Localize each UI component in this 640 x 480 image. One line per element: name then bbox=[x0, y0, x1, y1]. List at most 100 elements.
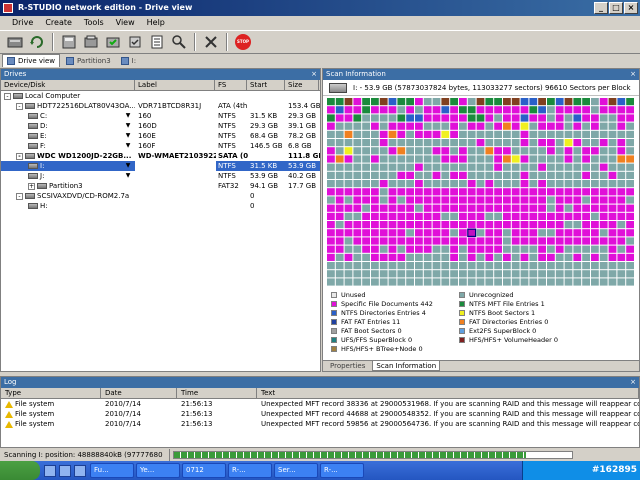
scan-block[interactable] bbox=[467, 188, 476, 196]
drive-row[interactable]: - WDC WD1200JD-22GB... WD-WMAET2103922 SATA… bbox=[1, 151, 320, 161]
scan-block[interactable] bbox=[617, 130, 626, 138]
scan-block[interactable] bbox=[538, 98, 546, 106]
scan-block[interactable] bbox=[371, 237, 379, 245]
scan-block[interactable] bbox=[599, 270, 608, 278]
scan-block[interactable] bbox=[371, 139, 379, 147]
scan-block[interactable] bbox=[617, 237, 626, 245]
scan-block[interactable] bbox=[626, 114, 634, 122]
scan-block[interactable] bbox=[441, 163, 450, 171]
drive-row[interactable]: J: ▼ NTFS 53.9 GB 40.2 GB bbox=[1, 171, 320, 181]
scan-block[interactable] bbox=[450, 106, 458, 114]
scan-block[interactable] bbox=[459, 270, 467, 278]
scan-block[interactable] bbox=[441, 237, 450, 245]
scan-block[interactable] bbox=[362, 180, 370, 188]
scan-block[interactable] bbox=[432, 122, 441, 130]
scan-block[interactable] bbox=[511, 163, 520, 171]
scan-block[interactable] bbox=[485, 221, 494, 229]
scan-block[interactable] bbox=[591, 163, 599, 171]
scan-block[interactable] bbox=[608, 155, 617, 163]
scan-block[interactable] bbox=[582, 188, 590, 196]
scan-block[interactable] bbox=[397, 278, 406, 286]
scan-block[interactable] bbox=[406, 171, 414, 179]
scan-block[interactable] bbox=[459, 245, 467, 253]
scan-block[interactable] bbox=[503, 237, 511, 245]
scan-block[interactable] bbox=[432, 278, 441, 286]
scan-block[interactable] bbox=[423, 106, 432, 114]
scan-block[interactable] bbox=[555, 221, 564, 229]
scan-block[interactable] bbox=[626, 237, 634, 245]
scan-block[interactable] bbox=[450, 253, 458, 261]
scan-block[interactable] bbox=[335, 114, 344, 122]
scan-block[interactable] bbox=[599, 163, 608, 171]
scan-block[interactable] bbox=[555, 212, 564, 220]
scan-block[interactable] bbox=[529, 180, 538, 188]
scan-block[interactable] bbox=[450, 155, 458, 163]
scan-block[interactable] bbox=[591, 262, 599, 270]
scan-block[interactable] bbox=[617, 262, 626, 270]
scan-block[interactable] bbox=[379, 147, 388, 155]
scan-block[interactable] bbox=[599, 180, 608, 188]
scan-block[interactable] bbox=[406, 212, 414, 220]
scan-block[interactable] bbox=[608, 253, 617, 261]
scan-block[interactable] bbox=[353, 188, 362, 196]
column-fs[interactable]: FS bbox=[215, 80, 247, 90]
scan-block[interactable] bbox=[547, 278, 555, 286]
scan-block[interactable] bbox=[503, 262, 511, 270]
menu-tools[interactable]: Tools bbox=[78, 16, 110, 30]
scan-block[interactable] bbox=[617, 155, 626, 163]
scan-block[interactable] bbox=[450, 212, 458, 220]
scan-block[interactable] bbox=[582, 130, 590, 138]
scan-block[interactable] bbox=[344, 106, 353, 114]
scan-block[interactable] bbox=[547, 196, 555, 204]
scan-block[interactable] bbox=[379, 130, 388, 138]
scan-block[interactable] bbox=[520, 221, 529, 229]
scan-block[interactable] bbox=[485, 114, 494, 122]
scan-block[interactable] bbox=[344, 163, 353, 171]
scan-block[interactable] bbox=[494, 114, 502, 122]
scan-block[interactable] bbox=[415, 163, 423, 171]
scan-block[interactable] bbox=[406, 114, 414, 122]
scan-block[interactable] bbox=[503, 139, 511, 147]
scan-block[interactable] bbox=[573, 229, 582, 237]
scan-block[interactable] bbox=[494, 147, 502, 155]
scan-block[interactable] bbox=[406, 196, 414, 204]
scan-block[interactable] bbox=[626, 122, 634, 130]
scan-block[interactable] bbox=[353, 163, 362, 171]
scan-block[interactable] bbox=[503, 163, 511, 171]
scan-block[interactable] bbox=[591, 130, 599, 138]
scan-block[interactable] bbox=[371, 147, 379, 155]
scan-block[interactable] bbox=[362, 253, 370, 261]
scan-block[interactable] bbox=[335, 278, 344, 286]
scan-block[interactable] bbox=[397, 122, 406, 130]
scan-block[interactable] bbox=[599, 237, 608, 245]
scan-block[interactable] bbox=[582, 147, 590, 155]
scan-block[interactable] bbox=[371, 204, 379, 212]
scan-block[interactable] bbox=[406, 130, 414, 138]
scan-block[interactable] bbox=[538, 130, 546, 138]
scan-block[interactable] bbox=[599, 212, 608, 220]
scan-block[interactable] bbox=[344, 204, 353, 212]
scan-block[interactable] bbox=[327, 204, 335, 212]
scan-block[interactable] bbox=[573, 188, 582, 196]
scan-block[interactable] bbox=[626, 270, 634, 278]
scan-block[interactable] bbox=[423, 221, 432, 229]
scan-block[interactable] bbox=[538, 180, 546, 188]
scan-block[interactable] bbox=[353, 139, 362, 147]
scan-block[interactable] bbox=[335, 98, 344, 106]
drive-row[interactable]: H: 0 bbox=[1, 201, 320, 211]
scan-block[interactable] bbox=[503, 229, 511, 237]
scan-block[interactable] bbox=[476, 139, 485, 147]
scan-block[interactable] bbox=[379, 204, 388, 212]
scan-block[interactable] bbox=[617, 204, 626, 212]
scan-block[interactable] bbox=[573, 106, 582, 114]
scan-block[interactable] bbox=[353, 171, 362, 179]
scan-block[interactable] bbox=[573, 262, 582, 270]
task-button[interactable]: Ye... bbox=[136, 463, 180, 478]
scan-block[interactable] bbox=[459, 196, 467, 204]
scan-block[interactable] bbox=[388, 188, 397, 196]
scan-block[interactable] bbox=[467, 204, 476, 212]
scan-block[interactable] bbox=[415, 212, 423, 220]
scan-block[interactable] bbox=[591, 147, 599, 155]
scan-block[interactable] bbox=[494, 180, 502, 188]
tab-drive-i[interactable]: I: bbox=[117, 54, 140, 67]
